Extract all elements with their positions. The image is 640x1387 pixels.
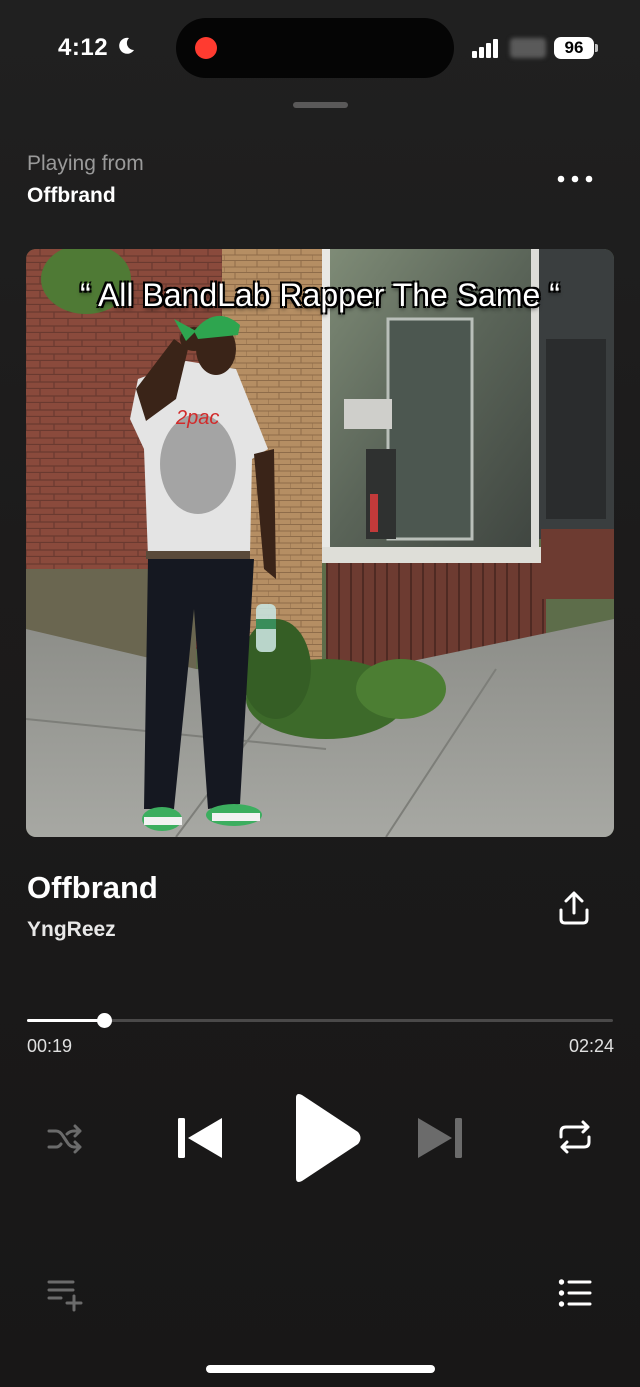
progress-fill bbox=[27, 1019, 104, 1022]
play-icon[interactable] bbox=[290, 1090, 364, 1186]
queue-list-icon[interactable] bbox=[558, 1277, 592, 1309]
album-artwork: 2pac “ All BandLab Rapper The Same “ bbox=[26, 249, 614, 837]
skip-previous-icon[interactable] bbox=[176, 1115, 224, 1161]
battery-nub bbox=[595, 44, 598, 52]
more-options-icon[interactable] bbox=[555, 168, 595, 190]
dynamic-island bbox=[176, 18, 454, 78]
moon-icon bbox=[119, 37, 134, 54]
home-indicator[interactable] bbox=[206, 1365, 435, 1373]
source-name[interactable]: Offbrand bbox=[27, 184, 116, 208]
cellular-signal-icon bbox=[472, 39, 498, 58]
progress-thumb[interactable] bbox=[97, 1013, 112, 1028]
battery-indicator: 96 bbox=[554, 37, 594, 59]
artwork-photo: 2pac bbox=[26, 249, 614, 837]
elapsed-time: 00:19 bbox=[27, 1036, 73, 1056]
share-icon[interactable] bbox=[554, 888, 594, 928]
carrier-indicator bbox=[510, 38, 546, 58]
skip-next-icon[interactable] bbox=[416, 1115, 464, 1161]
repeat-icon[interactable] bbox=[556, 1118, 594, 1156]
artwork-caption: “ All BandLab Rapper The Same “ bbox=[80, 277, 560, 313]
add-to-queue-icon[interactable] bbox=[46, 1276, 84, 1312]
status-time: 4:12 bbox=[58, 34, 109, 61]
svg-text:2pac: 2pac bbox=[175, 407, 219, 429]
track-title: Offbrand bbox=[27, 870, 158, 905]
shuffle-icon[interactable] bbox=[46, 1120, 84, 1158]
artist-name[interactable]: YngReez bbox=[27, 918, 116, 942]
sheet-grabber[interactable] bbox=[293, 102, 348, 108]
progress-track[interactable] bbox=[27, 1019, 613, 1022]
playing-from-label: Playing from bbox=[27, 152, 144, 175]
total-time: 02:24 bbox=[568, 1036, 614, 1056]
recording-indicator bbox=[195, 37, 217, 59]
